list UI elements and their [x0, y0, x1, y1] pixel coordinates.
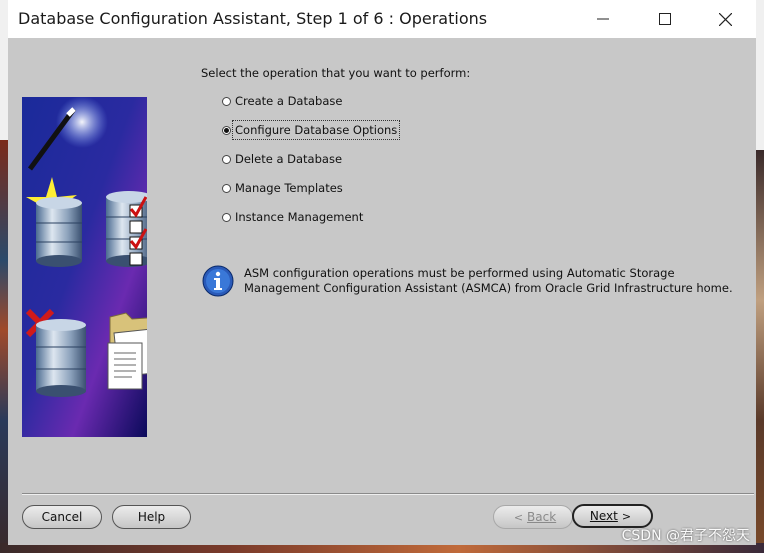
- operations-illustration: [22, 97, 147, 437]
- window-title: Database Configuration Assistant, Step 1…: [18, 9, 488, 28]
- cancel-label: Cancel: [41, 510, 83, 524]
- option-label: Manage Templates: [235, 181, 343, 195]
- database-cylinder-1: [36, 197, 82, 267]
- next-label: Next: [589, 509, 618, 523]
- radio-button[interactable]: [222, 183, 231, 193]
- radio-button[interactable]: [222, 96, 231, 106]
- option-label: Configure Database Options: [231, 120, 401, 140]
- option-delete-database[interactable]: Delete a Database: [222, 152, 342, 166]
- back-label: Back: [527, 510, 557, 524]
- info-icon: [202, 265, 234, 297]
- option-label: Delete a Database: [235, 152, 343, 166]
- info-line-2: Management Configuration Assistant (ASMC…: [244, 281, 733, 295]
- radio-button[interactable]: [222, 154, 231, 164]
- option-label: Create a Database: [235, 94, 343, 108]
- maximize-button[interactable]: [642, 4, 688, 34]
- cancel-button[interactable]: Cancel: [22, 505, 102, 529]
- chevron-right-icon: >: [621, 509, 632, 523]
- option-configure-database-options[interactable]: Configure Database Options: [222, 120, 401, 140]
- option-instance-management[interactable]: Instance Management: [222, 210, 363, 224]
- option-create-database[interactable]: Create a Database: [222, 94, 342, 108]
- radio-button-selected[interactable]: [222, 125, 231, 135]
- option-manage-templates[interactable]: Manage Templates: [222, 181, 343, 195]
- radio-button[interactable]: [222, 212, 231, 222]
- csdn-watermark: CSDN @君子不怨天: [621, 528, 750, 544]
- back-button[interactable]: < Back: [493, 505, 573, 529]
- title-bar[interactable]: Database Configuration Assistant, Step 1…: [8, 0, 756, 38]
- info-line-1: ASM configuration operations must be per…: [244, 266, 675, 280]
- footer-separator: [22, 493, 754, 495]
- close-button[interactable]: [702, 4, 748, 34]
- maximize-icon: [659, 13, 671, 25]
- help-button[interactable]: Help: [112, 505, 191, 529]
- folder-templates-icon: [107, 312, 147, 390]
- asm-info-message: ASM configuration operations must be per…: [244, 266, 744, 296]
- dbca-window: Database Configuration Assistant, Step 1…: [8, 0, 756, 545]
- help-label: Help: [137, 510, 166, 524]
- minimize-button[interactable]: [580, 4, 626, 34]
- chevron-left-icon: <: [513, 510, 524, 524]
- close-icon: [718, 12, 732, 26]
- option-label: Instance Management: [235, 210, 364, 224]
- database-cylinder-3: [36, 319, 86, 397]
- minimize-icon: [597, 18, 609, 20]
- operation-prompt: Select the operation that you want to pe…: [201, 66, 471, 80]
